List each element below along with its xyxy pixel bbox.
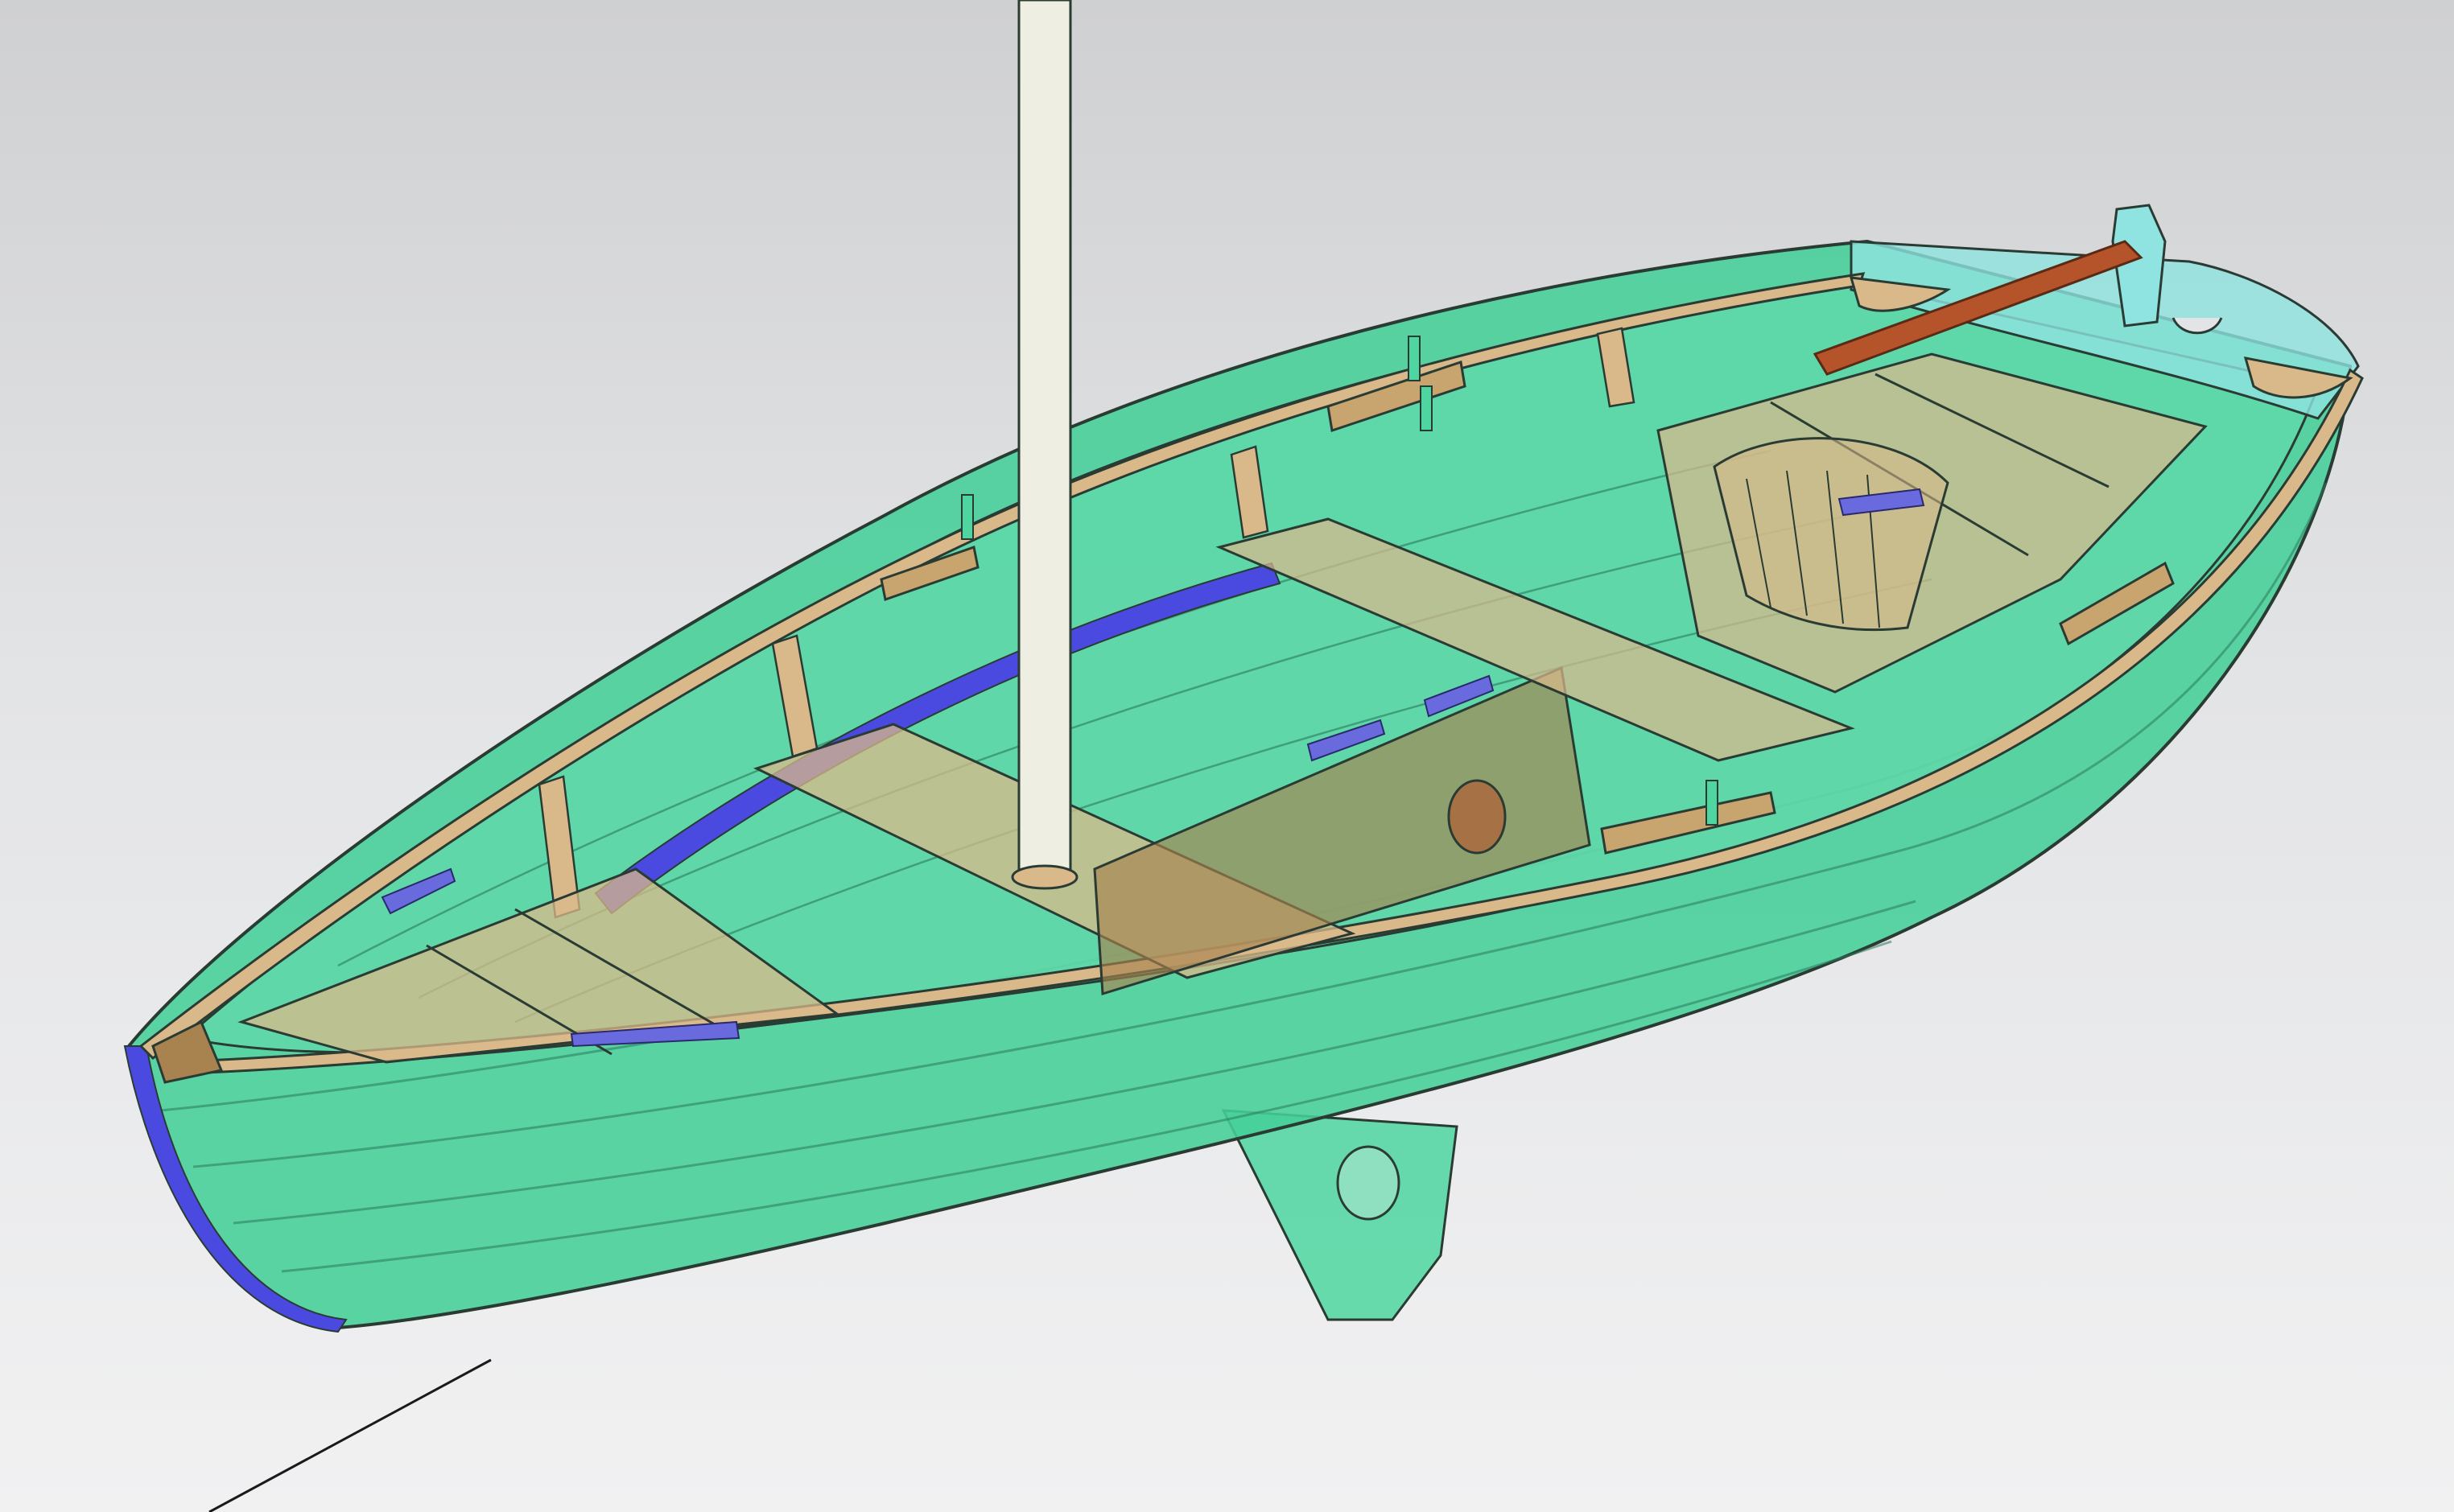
cad-viewport[interactable] — [0, 0, 2454, 1512]
centerboard-hole — [1336, 1145, 1400, 1221]
centerboard — [1221, 1109, 1458, 1321]
mast-step — [1011, 864, 1079, 890]
mooring-line — [208, 1358, 492, 1512]
mast — [1017, 0, 1072, 879]
trunk-porthole — [1447, 779, 1507, 855]
boat-model-canvas — [123, 0, 2364, 1512]
